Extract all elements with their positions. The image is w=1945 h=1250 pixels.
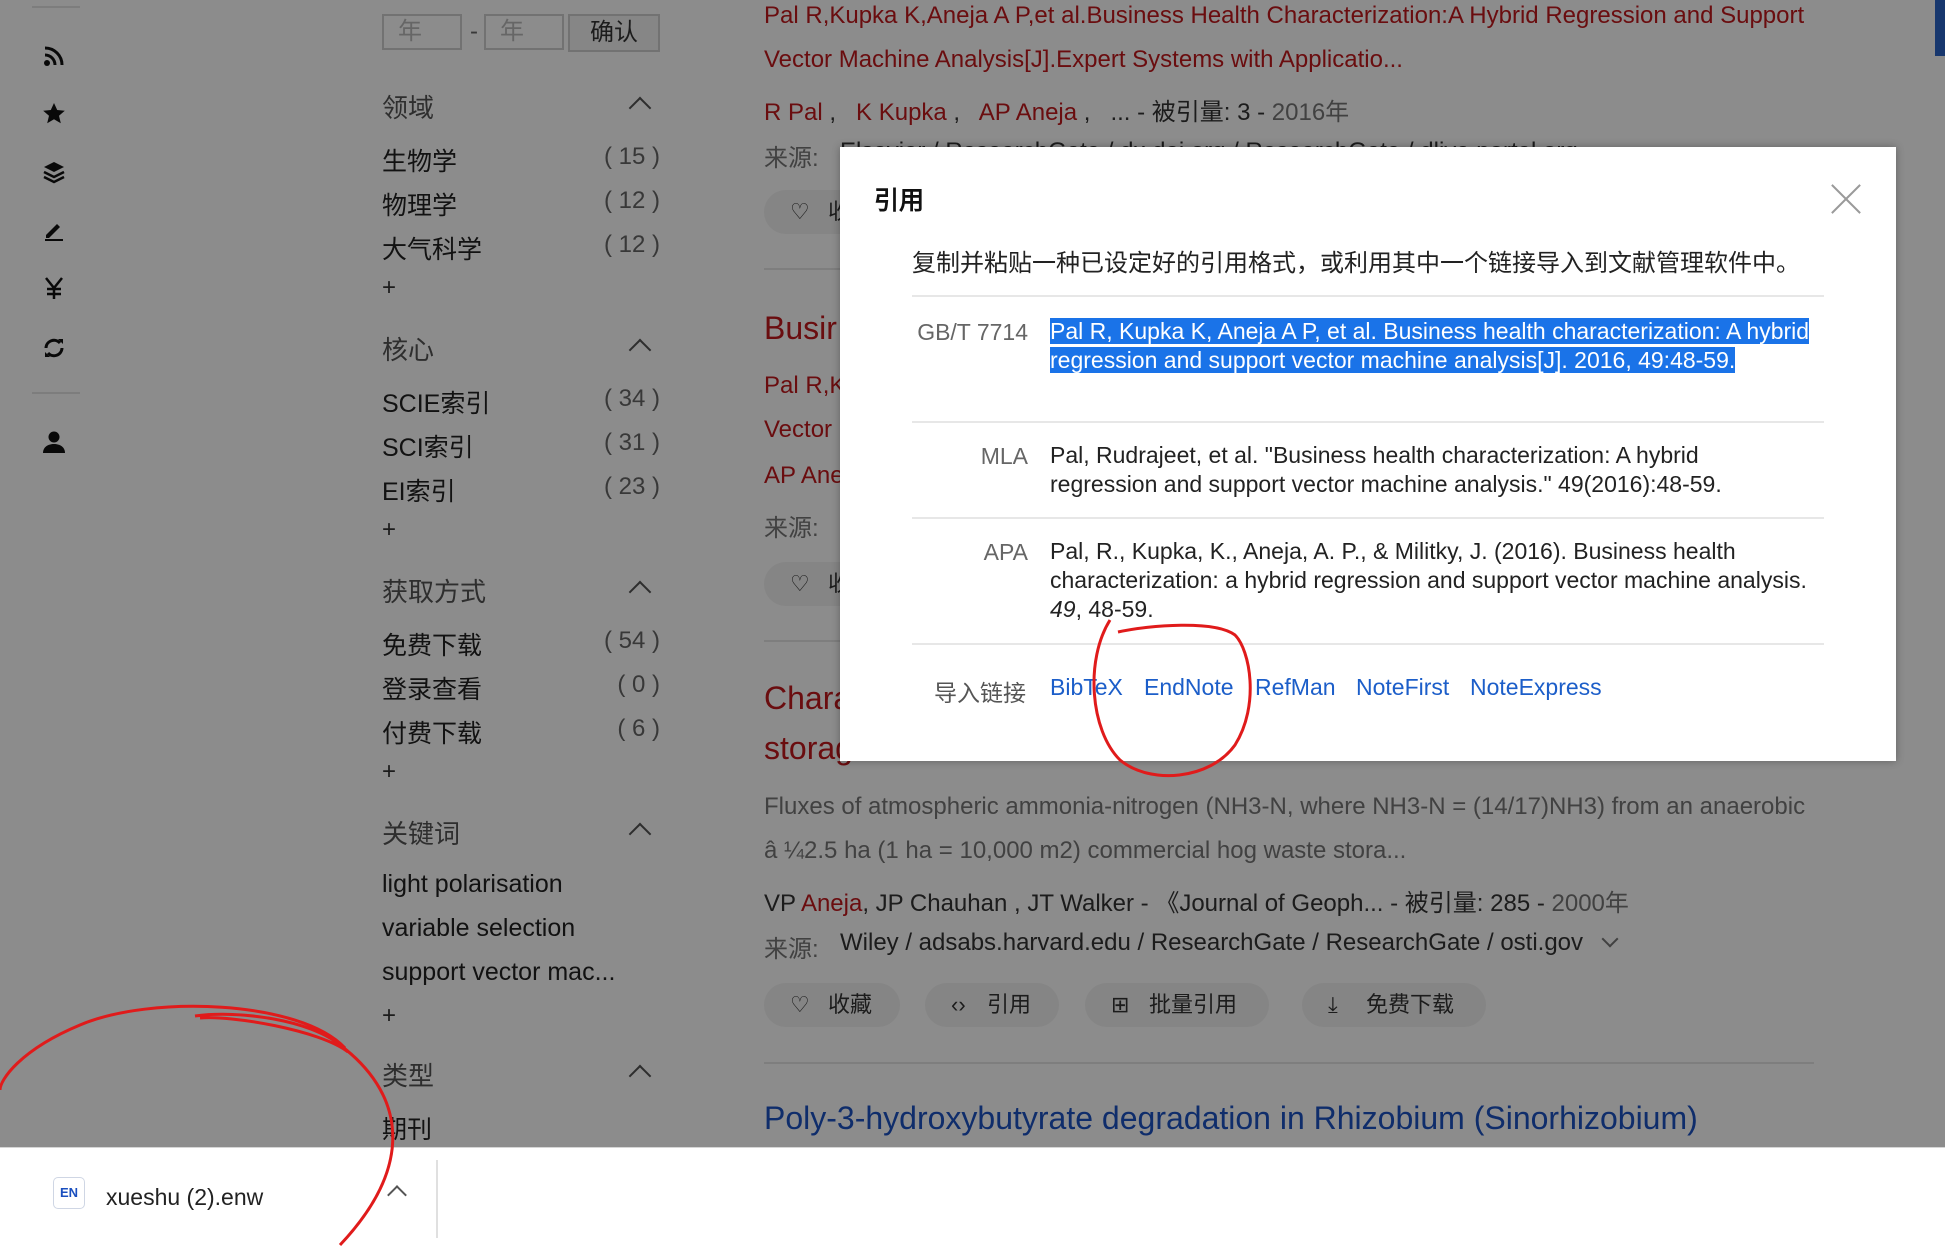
chevron-up-icon[interactable] (387, 1185, 407, 1205)
modal-description: 复制并粘贴一种已设定好的引用格式，或利用其中一个链接导入到文献管理软件中。 (912, 250, 1800, 277)
modal-divider (912, 643, 1824, 645)
close-icon[interactable] (1828, 181, 1864, 217)
citation-format-label: GB/T 7714 (917, 319, 1028, 345)
enw-file-icon: EN (54, 1178, 84, 1208)
citation-format-label: MLA (980, 443, 1028, 469)
citation-format-label: APA (983, 539, 1028, 565)
citation-mla-text[interactable]: Pal, Rudrajeet, et al. "Business health … (1050, 441, 1810, 499)
import-noteexpress-link[interactable]: NoteExpress (1470, 674, 1602, 701)
citation-apa-text[interactable]: Pal, R., Kupka, K., Aneja, A. P., & Mili… (1050, 537, 1810, 624)
import-refman-link[interactable]: RefMan (1255, 674, 1336, 701)
import-notefirst-link[interactable]: NoteFirst (1356, 674, 1449, 701)
download-file-name[interactable]: xueshu (2).enw (106, 1184, 263, 1211)
citation-modal: 引用 复制并粘贴一种已设定好的引用格式，或利用其中一个链接导入到文献管理软件中。… (840, 147, 1896, 761)
download-bar: EN xueshu (2).enw (0, 1147, 1945, 1250)
import-endnote-link[interactable]: EndNote (1144, 674, 1234, 701)
modal-divider (912, 421, 1824, 423)
modal-title: 引用 (874, 187, 925, 215)
modal-divider (912, 517, 1824, 519)
download-divider (436, 1160, 438, 1238)
import-bibtex-link[interactable]: BibTeX (1050, 674, 1123, 701)
modal-divider (912, 295, 1824, 297)
citation-gbt-text[interactable]: Pal R, Kupka K, Aneja A P, et al. Busine… (1050, 317, 1810, 375)
import-links-label: 导入链接 (934, 680, 1026, 706)
